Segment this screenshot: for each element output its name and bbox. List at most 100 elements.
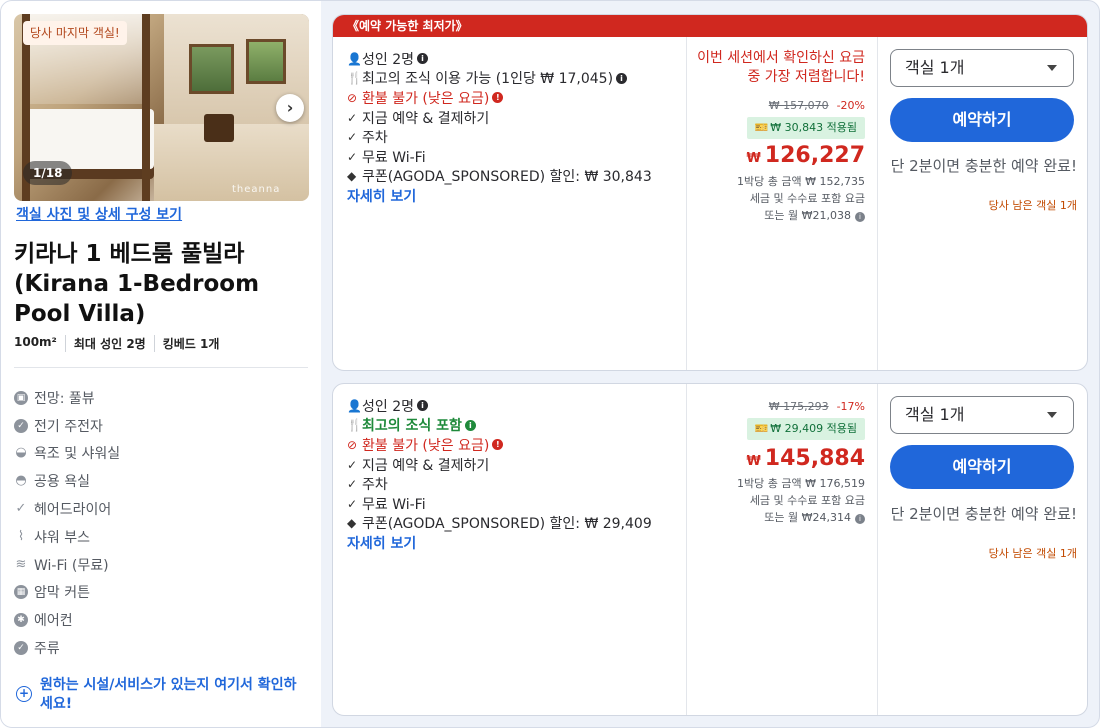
info-icon[interactable]: ! [492, 439, 504, 451]
feature-list: 👤 성인 2명 i 🍴 최고의 조식 이용 가능 (1인당 ₩ 17,045) i ⊘ 환… [347, 49, 652, 206]
cheapest-notice: 이번 세션에서 확인하신 요금 중 가장 저렴합니다! [697, 50, 865, 85]
check-icon: ✓ [347, 110, 358, 125]
caret-down-icon [1047, 412, 1057, 418]
price-details: 1박당 총 금액 ₩ 152,735 세금 및 수수료 포함 요금 또는 월 ₩… [690, 173, 865, 224]
amenity-item: ◒ 욕조 및 샤워실 [15, 445, 121, 463]
snowflake-icon: ✱ [14, 613, 28, 628]
shower-icon: ⌇ [17, 528, 25, 544]
person-icon: 👤 [347, 398, 362, 413]
room-info-column: theanna 당사 마지막 객실! 1/18 › 객실 사진 및 상세 구성 … [1, 1, 321, 727]
offer-price: ₩ 175,293 -17% 🎫 ₩ 29,409 적용됨 ₩145,884 1박당… [687, 384, 878, 715]
rooms-left-notice: 당사 남은 객실 1개 [988, 547, 1077, 560]
feature-item: ⊘ 환불 불가 (낮은 요금)! [347, 435, 652, 455]
caret-down-icon [1047, 65, 1057, 71]
room-quantity-select[interactable]: 객실 1개 [890, 49, 1074, 87]
price-amount: 145,884 [764, 446, 865, 471]
info-icon[interactable]: i [417, 400, 428, 412]
cutlery-icon: 🍴 [347, 71, 362, 86]
divider [14, 367, 308, 368]
max-occupancy: 최대 성인 2명 [64, 335, 154, 352]
offer-price: 이번 세션에서 확인하신 요금 중 가장 저렴합니다! ₩ 157,070 -20… [687, 37, 878, 370]
per-night-total: 1박당 총 금액 ₩ 152,735 [737, 175, 865, 188]
feature-item: ✓ 무료 Wi-Fi [347, 149, 426, 166]
check-icon: ✓ [347, 130, 358, 145]
amenity-item: ▦ 암막 커튼 [14, 579, 120, 607]
offer-booking: 객실 1개 예약하기 단 2분이면 충분한 예약 완료! 당사 남은 객실 1개 [878, 37, 1087, 370]
feature-item: 자세히 보기 [347, 533, 652, 553]
offer-card: 👤 성인 2명 i 🍴 최고의 조식 포함 i ⊘ 환불 불가 (낮은 요금)! ✓ 지금 … [332, 383, 1088, 716]
curtain-icon: ▦ [14, 585, 28, 600]
chevron-right-icon[interactable]: › [276, 94, 304, 122]
info-icon[interactable]: i [855, 514, 865, 524]
person-icon: 👤 [347, 51, 362, 66]
tag-icon: ◆ [347, 516, 357, 531]
price-details: 1박당 총 금액 ₩ 176,519 세금 및 수수료 포함 요금 또는 월 ₩… [690, 475, 865, 526]
cutlery-icon: 🍴 [347, 418, 362, 433]
tax-note: 세금 및 수수료 포함 요금 [749, 494, 865, 507]
wifi-icon: ≋ [15, 556, 27, 572]
booking-note: 단 2분이면 충분한 예약 완료! [890, 157, 1077, 175]
original-price: ₩ 157,070 [768, 99, 829, 112]
ticket-icon: 🎫 [754, 422, 769, 435]
check-icon: ✓ [347, 457, 358, 472]
room-photos-link[interactable]: 객실 사진 및 상세 구성 보기 [16, 204, 182, 224]
feature-item: ✓ 지금 예약 & 결제하기 [347, 457, 490, 474]
more-details-link[interactable]: 자세히 보기 [347, 186, 416, 206]
discount-percent: -20% [836, 99, 865, 112]
feature-item: ✓ 무료 Wi-Fi [347, 496, 426, 513]
booking-note: 단 2분이면 충분한 예약 완료! [890, 505, 1077, 523]
info-icon[interactable]: i [464, 419, 476, 431]
info-icon[interactable]: i [417, 53, 428, 65]
discount-percent: -17% [836, 400, 865, 413]
ticket-icon: 🎫 [754, 121, 769, 134]
final-price: ₩145,884 [746, 446, 865, 471]
feature-item: 🍴 최고의 조식 포함 i [347, 416, 652, 436]
lowest-price-banner: 《예약 가능한 최저가》 [333, 15, 1087, 37]
feature-item: ◆ 쿠폰(AGODA_SPONSORED) 할인: ₩ 29,409 [347, 516, 652, 533]
last-room-badge: 당사 마지막 객실! [23, 21, 127, 45]
more-details-link[interactable]: 자세히 보기 [347, 533, 416, 553]
tax-note: 세금 및 수수료 포함 요금 [749, 192, 865, 205]
amenity-item: ▣ 전망: 풀뷰 [14, 384, 120, 412]
feature-item: 👤 성인 2명 i [347, 396, 652, 416]
bathtub-icon: ◒ [15, 445, 27, 461]
check-icon: ✓ [347, 149, 358, 164]
amenity-item: ✓ 전기 주전자 [14, 412, 120, 440]
tag-icon: ◆ [347, 169, 357, 184]
feature-list: 👤 성인 2명 i 🍴 최고의 조식 포함 i ⊘ 환불 불가 (낮은 요금)! ✓ 지금 … [347, 396, 652, 553]
book-button[interactable]: 예약하기 [890, 445, 1074, 489]
bed-type: 킹베드 1개 [153, 335, 228, 352]
info-icon[interactable]: i [616, 72, 628, 84]
feature-item: ✓ 주차 [347, 477, 388, 494]
price-amount: 126,227 [764, 143, 865, 168]
room-meta: 100m² 최대 성인 2명 킹베드 1개 [14, 335, 227, 352]
info-icon[interactable]: i [855, 212, 865, 222]
feature-item: 자세히 보기 [347, 186, 652, 206]
currency-symbol: ₩ [746, 454, 761, 469]
info-icon[interactable]: ! [492, 92, 504, 104]
original-price: ₩ 175,293 [768, 400, 829, 413]
feature-item: 👤 성인 2명 i [347, 49, 652, 69]
amenity-item: ◓ 공용 욕실 [15, 473, 90, 491]
check-icon: ✓ [347, 496, 358, 511]
room-quantity-select[interactable]: 객실 1개 [890, 396, 1074, 434]
feature-item: ✓ 주차 [347, 130, 388, 147]
offer-features: 👤 성인 2명 i 🍴 최고의 조식 이용 가능 (1인당 ₩ 17,045) i ⊘ 환… [333, 37, 687, 370]
shared-bath-icon: ◓ [15, 473, 27, 489]
ev-charger-icon: ✓ [14, 418, 28, 433]
no-icon: ⊘ [347, 90, 358, 105]
check-icon: ✓ [15, 501, 27, 517]
monthly-option: 또는 월 ₩24,314 i [690, 509, 865, 526]
amenity-list: ▣ 전망: 풀뷰 ✓ 전기 주전자 ◒ 욕조 및 샤워실 ◓ 공용 욕실 ✓ 헤어드라이어… [14, 384, 120, 662]
image-icon: ▣ [14, 390, 28, 405]
amenity-item: ✱ 에어컨 [14, 606, 120, 634]
facility-request-link[interactable]: + 원하는 시설/서비스가 있는지 여기서 확인하세요! [14, 676, 309, 714]
rooms-left-notice: 당사 남은 객실 1개 [988, 199, 1077, 212]
original-price-row: ₩ 175,293 -17% [769, 400, 865, 413]
coupon-applied-tag: 🎫 ₩ 30,843 적용됨 [746, 117, 865, 139]
book-button[interactable]: 예약하기 [890, 98, 1074, 142]
monthly-option: 또는 월 ₩21,038 i [690, 207, 865, 224]
original-price-row: ₩ 157,070 -20% [769, 99, 865, 112]
room-size: 100m² [14, 335, 57, 349]
room-offer-panel: theanna 당사 마지막 객실! 1/18 › 객실 사진 및 상세 구성 … [0, 0, 1100, 728]
